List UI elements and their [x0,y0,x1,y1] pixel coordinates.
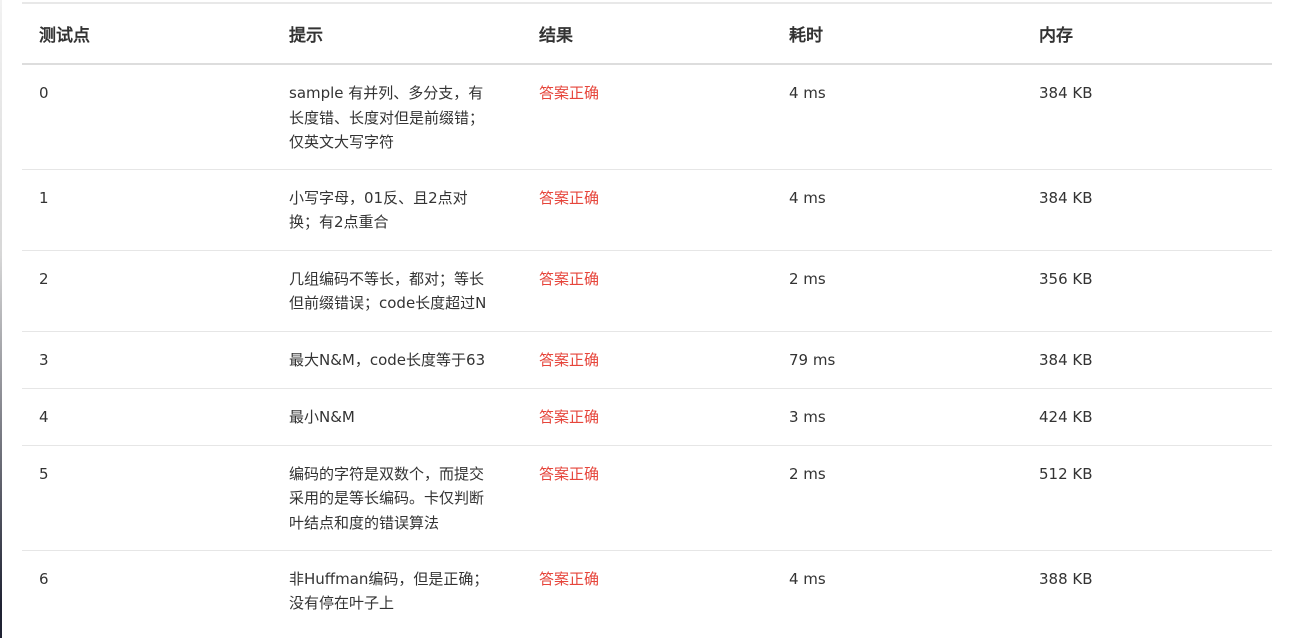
column-header-time: 耗时 [772,4,1022,65]
memory-used: 512 KB [1022,445,1272,551]
test-hint: sample 有并列、多分支，有长度错、长度对但是前缀错；仅英文大写字符 [272,64,522,170]
result-status: 答案正确 [522,331,772,389]
column-header-memory: 内存 [1022,4,1272,65]
test-hint: 最大N&M，code长度等于63 [272,331,522,389]
column-header-hint: 提示 [272,4,522,65]
test-point-id: 5 [22,445,272,551]
table-row: 0 sample 有并列、多分支，有长度错、长度对但是前缀错；仅英文大写字符 答… [22,64,1272,170]
table-row: 5 编码的字符是双数个，而提交采用的是等长编码。卡仅判断叶结点和度的错误算法 答… [22,445,1272,551]
table-row: 4 最小N&M 答案正确 3 ms 424 KB [22,388,1272,446]
test-hint: 小写字母，01反、且2点对换；有2点重合 [272,169,522,251]
test-point-id: 2 [22,250,272,332]
time-used: 4 ms [789,569,826,588]
result-status: 答案正确 [539,569,600,588]
header-row: 测试点 提示 结果 耗时 内存 [22,4,1272,65]
test-point-id: 3 [22,331,272,389]
time-used: 4 ms [772,169,1022,251]
memory-used: 388 KB [1039,569,1093,588]
time-used: 4 ms [772,64,1022,170]
time-used: 2 ms [772,250,1022,332]
column-header-result: 结果 [522,4,772,65]
table-header: 测试点 提示 结果 耗时 内存 [22,4,1272,65]
memory-used: 356 KB [1022,250,1272,332]
table-row: 2 几组编码不等长，都对；等长但前缀错误；code长度超过N 答案正确 2 ms… [22,250,1272,332]
test-hint: 最小N&M [272,388,522,446]
column-header-test-point: 测试点 [22,4,272,65]
result-status: 答案正确 [522,169,772,251]
test-results-table: 测试点 提示 结果 耗时 内存 0 sample 有并列、多分支，有长度错、长度… [22,4,1272,640]
result-status: 答案正确 [522,250,772,332]
memory-used: 384 KB [1022,331,1272,389]
result-status: 答案正确 [522,388,772,446]
test-point-id: 0 [22,64,272,170]
test-results-panel: 测试点 提示 结果 耗时 内存 0 sample 有并列、多分支，有长度错、长度… [22,2,1272,640]
table-row: 6 非Huffman编码，但是正确；没有停在叶子上 答案正确 4 ms 388 … [22,550,1272,640]
table-body: 0 sample 有并列、多分支，有长度错、长度对但是前缀错；仅英文大写字符 答… [22,64,1272,640]
memory-used: 424 KB [1022,388,1272,446]
window-left-edge [0,0,2,638]
test-point-id: 4 [22,388,272,446]
time-used: 79 ms [772,331,1022,389]
time-used: 3 ms [772,388,1022,446]
table-row: 3 最大N&M，code长度等于63 答案正确 79 ms 384 KB [22,331,1272,389]
test-hint: 几组编码不等长，都对；等长但前缀错误；code长度超过N [272,250,522,332]
memory-used: 384 KB [1022,169,1272,251]
test-hint: 编码的字符是双数个，而提交采用的是等长编码。卡仅判断叶结点和度的错误算法 [272,445,522,551]
result-status: 答案正确 [522,64,772,170]
result-status: 答案正确 [522,445,772,551]
test-point-id: 1 [22,169,272,251]
memory-used: 384 KB [1022,64,1272,170]
time-used: 2 ms [772,445,1022,551]
test-point-id: 6 [39,569,49,588]
table-row: 1 小写字母，01反、且2点对换；有2点重合 答案正确 4 ms 384 KB [22,169,1272,251]
test-hint: 非Huffman编码，但是正确；没有停在叶子上 [289,569,489,613]
